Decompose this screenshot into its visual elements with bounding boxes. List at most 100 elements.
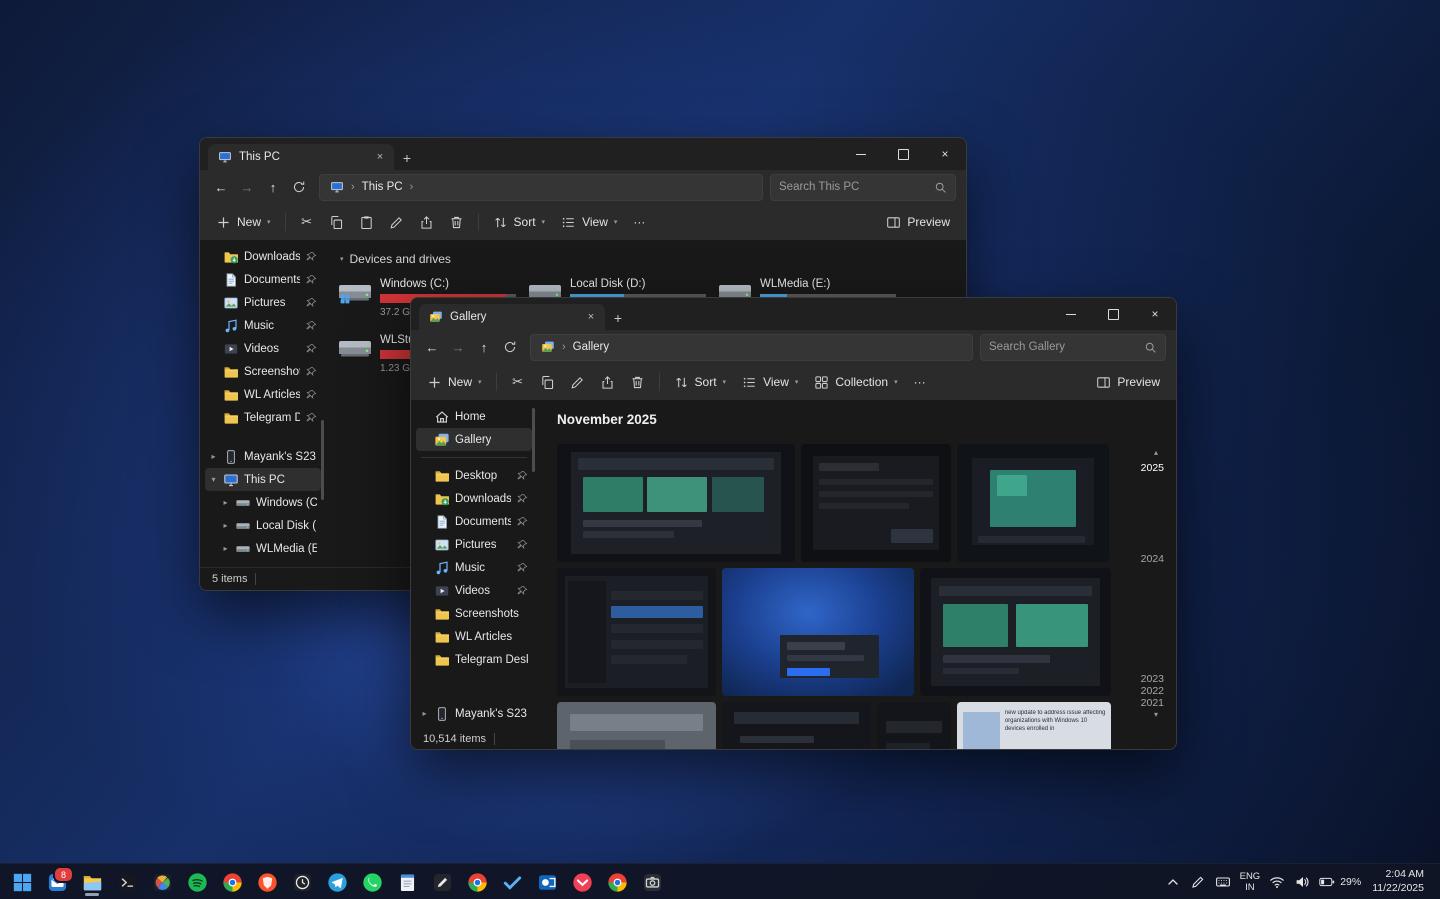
sidebar-item-wl-articles[interactable]: WL Articles [205,383,321,406]
timeline-year-2025[interactable]: 2025 [1141,462,1164,474]
gallery-sidebar-item-music[interactable]: Music [416,556,532,579]
rename-button[interactable] [382,208,412,236]
up-icon[interactable]: ↑ [260,174,286,200]
taskbar-whatsapp-button[interactable] [358,868,386,896]
collection-button[interactable]: Collection ▾ [806,368,905,396]
pen-tray-icon[interactable] [1190,874,1206,890]
close-button[interactable]: × [924,138,966,170]
preview-button[interactable]: Preview [1088,368,1168,396]
taskbar-photos-button[interactable] [148,868,176,896]
minimize-button[interactable] [840,138,882,170]
share-button[interactable] [412,208,442,236]
timeline-year-2024[interactable]: 2024 [1141,553,1164,565]
cut-button[interactable]: ✂ [503,368,533,396]
chevron-right-icon[interactable]: ▸ [209,452,218,461]
section-devices-and-drives[interactable]: ▾ Devices and drives [340,252,966,266]
copy-button[interactable] [533,368,563,396]
taskbar-file-explorer-button[interactable] [78,868,106,896]
sidebar-item-videos[interactable]: Videos [205,337,321,360]
taskbar-chrome-button[interactable] [218,868,246,896]
sidebar-item-wlmedia-e[interactable]: ▸WLMedia (E:) [205,537,321,560]
taskbar-mail-button[interactable]: 8 [43,868,71,896]
chevron-right-icon[interactable]: ▸ [221,544,230,553]
delete-button[interactable] [442,208,472,236]
taskbar-spotify-button[interactable] [183,868,211,896]
sidebar-item-music[interactable]: Music [205,314,321,337]
touch-keyboard-icon[interactable] [1215,874,1231,890]
search-box[interactable]: Search This PC [770,174,956,201]
photo-thumbnail[interactable] [920,568,1111,696]
sidebar-scrollbar[interactable] [321,420,324,500]
clock[interactable]: 2:04 AM 11/22/2025 [1372,868,1424,895]
wifi-icon[interactable] [1269,874,1285,890]
taskbar-notepad-button[interactable] [393,868,421,896]
photo-thumbnail[interactable] [722,568,914,696]
tab-gallery[interactable]: Gallery × [419,304,605,330]
timeline-up-icon[interactable]: ▴ [1154,448,1158,457]
chevron-right-icon[interactable]: ▸ [221,521,230,530]
more-button[interactable]: ··· [625,208,653,236]
photo-thumbnail[interactable] [722,702,871,749]
back-icon[interactable]: ← [208,174,234,200]
gallery-sidebar-item-pictures[interactable]: Pictures [416,533,532,556]
chevron-right-icon[interactable]: ▸ [420,709,429,718]
photo-thumbnail[interactable] [877,702,951,749]
forward-icon[interactable]: → [445,334,471,360]
timeline-year-2021[interactable]: 2021 [1141,697,1164,709]
gallery-sidebar-item-screenshots[interactable]: Screenshots [416,602,532,625]
sidebar-scrollbar[interactable] [532,408,535,472]
close-button[interactable]: × [1134,298,1176,330]
sidebar-item-local-disk-d[interactable]: ▸Local Disk (D:) [205,514,321,537]
maximize-button[interactable] [1092,298,1134,330]
sort-button[interactable]: Sort ▾ [666,368,735,396]
taskbar-chrome-2-button[interactable] [463,868,491,896]
view-button[interactable]: View ▾ [553,208,625,236]
taskbar-clock-button[interactable] [288,868,316,896]
chevron-right-icon[interactable]: ▸ [221,498,230,507]
sidebar-item-pictures[interactable]: Pictures [205,291,321,314]
maximize-button[interactable] [882,138,924,170]
gallery-titlebar[interactable]: Gallery × + × [411,298,1176,330]
gallery-sidebar-item-wl-articles[interactable]: WL Articles [416,625,532,648]
hidden-icons-chevron-icon[interactable] [1165,874,1181,890]
photo-thumbnail[interactable] [557,444,795,562]
gallery-sidebar-item-downloads[interactable]: Downloads [416,487,532,510]
up-icon[interactable]: ↑ [471,334,497,360]
tab-this-pc[interactable]: This PC × [208,144,394,170]
gallery-sidebar-item-mayank-s-s23[interactable]: ▸Mayank's S23 [416,702,532,725]
paste-button[interactable] [352,208,382,236]
more-button[interactable]: ··· [906,368,934,396]
sidebar-item-documents[interactable]: Documents [205,268,321,291]
taskbar-camera-button[interactable] [638,868,666,896]
taskbar-pocket-button[interactable] [568,868,596,896]
gallery-sidebar-item-home[interactable]: Home [416,405,532,428]
volume-icon[interactable] [1294,874,1310,890]
taskbar-outlook-button[interactable] [533,868,561,896]
breadcrumb-this-pc[interactable]: This PC [362,181,403,193]
taskbar-brave-button[interactable] [253,868,281,896]
gallery-sidebar-item-gallery[interactable]: Gallery [416,428,532,451]
new-tab-button[interactable]: + [394,146,420,170]
tab-close-icon[interactable]: × [372,149,388,165]
sidebar-item-screenshots[interactable]: Screenshots [205,360,321,383]
taskbar-terminal-button[interactable] [113,868,141,896]
timeline-scrubber[interactable]: ▴20252024202320222021▾ [1130,448,1166,734]
taskbar-chrome-3-button[interactable] [603,868,631,896]
back-icon[interactable]: ← [419,334,445,360]
taskbar-start-button[interactable] [8,868,36,896]
gallery-sidebar-item-telegram-desktop[interactable]: Telegram Desktop [416,648,532,671]
tab-close-icon[interactable]: × [583,309,599,325]
gallery-sidebar-item-desktop[interactable]: Desktop [416,464,532,487]
cut-button[interactable]: ✂ [292,208,322,236]
sidebar-item-downloads[interactable]: Downloads [205,245,321,268]
taskbar-pen-button[interactable] [428,868,456,896]
photo-thumbnail[interactable] [557,702,716,749]
taskbar-telegram-button[interactable] [323,868,351,896]
sidebar-item-this-pc[interactable]: ▾This PC [205,468,321,491]
language-indicator[interactable]: ENG IN [1240,871,1261,894]
sidebar-item-windows-c[interactable]: ▸Windows (C:) [205,491,321,514]
this-pc-titlebar[interactable]: This PC × + × [200,138,966,170]
chevron-down-icon[interactable]: ▾ [209,475,218,484]
timeline-down-icon[interactable]: ▾ [1154,710,1158,719]
sort-button[interactable]: Sort ▾ [485,208,554,236]
